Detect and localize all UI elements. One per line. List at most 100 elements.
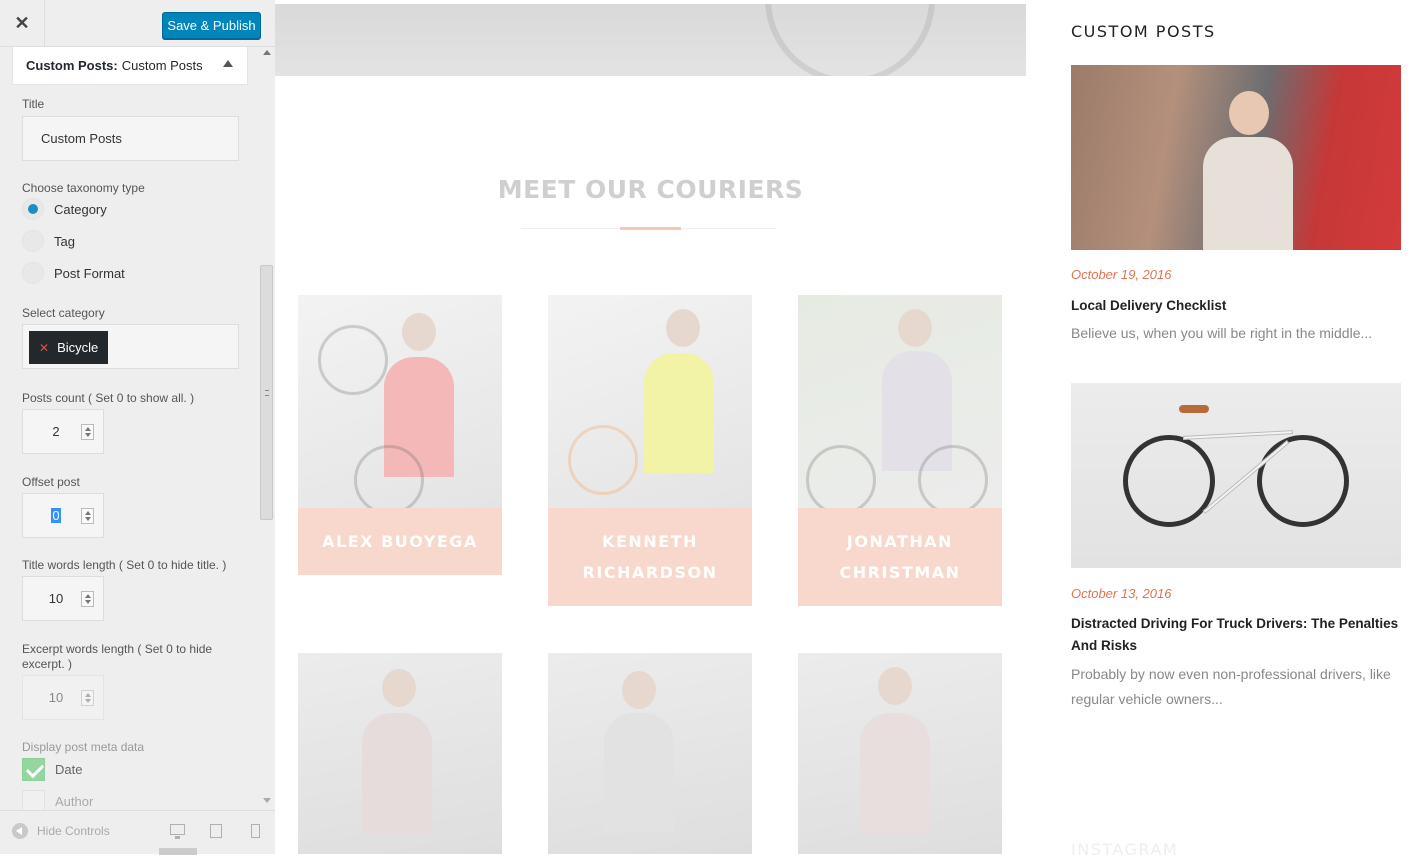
wheel-shape — [806, 445, 876, 508]
tablet-icon[interactable] — [210, 824, 222, 838]
radio-tag[interactable]: Tag — [22, 230, 75, 252]
wheel-shape — [918, 445, 988, 508]
title-words-label: Title words length ( Set 0 to hide title… — [22, 558, 227, 572]
close-icon[interactable]: ✕ — [0, 0, 45, 47]
head-shape — [666, 309, 700, 347]
collapse-arrow-icon[interactable] — [223, 60, 233, 67]
courier-photo — [298, 653, 502, 854]
wheel-shape — [1257, 435, 1349, 527]
radio-button[interactable] — [22, 230, 44, 252]
desktop-icon[interactable] — [170, 824, 185, 839]
post-title[interactable]: Distracted Driving For Truck Drivers: Th… — [1071, 613, 1406, 657]
courier-card[interactable] — [548, 653, 752, 854]
body-shape — [644, 353, 714, 473]
body-shape — [604, 713, 674, 833]
widget-form: Title Custom Posts Choose taxonomy type … — [1, 85, 260, 810]
courier-card[interactable] — [798, 653, 1002, 854]
spinner-arrows-icon[interactable] — [81, 508, 94, 524]
body-shape — [860, 713, 930, 833]
head-shape — [898, 309, 932, 347]
head-shape — [382, 669, 416, 707]
radio-button[interactable] — [22, 198, 44, 220]
taxonomy-label: Choose taxonomy type — [22, 181, 145, 195]
remove-icon[interactable]: ✕ — [39, 341, 49, 355]
title-accent-line — [620, 227, 681, 230]
courier-photo — [548, 295, 752, 508]
post-thumbnail[interactable] — [1071, 65, 1401, 250]
spinner-arrows-icon[interactable] — [81, 591, 94, 607]
customizer-header: ✕ Save & Publish — [0, 0, 275, 47]
radio-label: Category — [54, 201, 107, 217]
wheel-shape — [1123, 435, 1215, 527]
offset-stepper[interactable]: 0 — [22, 493, 104, 538]
customizer-scroll-area[interactable]: Custom Posts: Custom Posts Title Custom … — [0, 47, 260, 810]
mobile-icon[interactable] — [251, 824, 260, 838]
post-excerpt: Believe us, when you will be right in th… — [1071, 325, 1373, 341]
widget-title: CUSTOM POSTS — [1071, 22, 1216, 41]
courier-photo — [798, 295, 1002, 508]
wheel-shape — [354, 445, 424, 508]
courier-card[interactable]: KENNETH RICHARDSON — [548, 295, 752, 606]
radio-post-format[interactable]: Post Format — [22, 262, 125, 284]
courier-card[interactable]: JONATHAN CHRISTMAN — [798, 295, 1002, 606]
title-input[interactable]: Custom Posts — [22, 116, 239, 161]
offset-label: Offset post — [22, 475, 80, 489]
excerpt-words-stepper[interactable]: 10 — [22, 675, 104, 720]
radio-button[interactable] — [22, 262, 44, 284]
excerpt-words-value[interactable]: 10 — [23, 676, 89, 719]
section-title: MEET OUR COURIERS — [497, 175, 804, 204]
post-excerpt: Probably by now even non-professional dr… — [1071, 666, 1391, 707]
scrollbar-thumb[interactable] — [260, 265, 273, 520]
customizer-panel: ✕ Save & Publish Custom Posts: Custom Po… — [0, 0, 275, 855]
category-select[interactable]: ✕ Bicycle — [22, 324, 239, 369]
bicycle-wheel-shape — [765, 4, 935, 76]
courier-card[interactable]: ALEX BUOYEGA — [298, 295, 502, 575]
frame-shape — [1182, 430, 1294, 440]
spinner-arrows-icon[interactable] — [81, 690, 94, 706]
next-widget-title: INSTAGRAM — [1071, 840, 1179, 859]
body-shape — [362, 713, 432, 833]
hide-controls-button[interactable]: Hide Controls — [12, 823, 110, 839]
checkbox-label: Date — [55, 762, 83, 777]
post-title[interactable]: Local Delivery Checklist — [1071, 295, 1406, 317]
offset-value[interactable]: 0 — [51, 508, 61, 523]
saddle-shape — [1179, 405, 1209, 413]
head-shape — [402, 313, 436, 351]
widget-title-name: Custom Posts — [121, 58, 203, 73]
bag-shape — [568, 425, 638, 495]
head-shape — [878, 667, 912, 705]
posts-count-stepper[interactable]: 2 — [22, 409, 104, 454]
radio-category[interactable]: Category — [22, 198, 107, 220]
category-chip[interactable]: ✕ Bicycle — [29, 331, 109, 364]
courier-name: JONATHAN CHRISTMAN — [798, 508, 1002, 606]
customizer-footer: Hide Controls — [0, 810, 275, 855]
courier-photo — [798, 653, 1002, 854]
scroll-up-arrow-icon[interactable] — [263, 50, 271, 55]
wheel-shape — [318, 325, 388, 395]
posts-count-value[interactable]: 2 — [23, 410, 89, 453]
post-date: October 19, 2016 — [1071, 267, 1172, 282]
post-date: October 13, 2016 — [1071, 586, 1172, 601]
title-words-value[interactable]: 10 — [23, 577, 89, 620]
save-publish-button[interactable]: Save & Publish — [162, 12, 261, 39]
posts-count-label: Posts count ( Set 0 to show all. ) — [22, 391, 195, 405]
checkbox-author[interactable]: Author — [22, 790, 93, 810]
post-thumbnail[interactable] — [1071, 383, 1401, 568]
head-shape — [622, 671, 656, 709]
courier-card[interactable] — [298, 653, 502, 854]
scroll-down-arrow-icon[interactable] — [263, 798, 271, 803]
title-words-stepper[interactable]: 10 — [22, 576, 104, 621]
excerpt-words-label: Excerpt words length ( Set 0 to hide exc… — [22, 642, 213, 671]
offset-value-wrap[interactable]: 0 — [23, 494, 89, 537]
grip-icon — [265, 390, 269, 396]
meta-label: Display post meta data — [22, 740, 145, 754]
head-shape — [1229, 91, 1269, 135]
spinner-arrows-icon[interactable] — [81, 424, 94, 440]
checkbox[interactable] — [22, 790, 45, 810]
courier-photo — [548, 653, 752, 854]
widget-header[interactable]: Custom Posts: Custom Posts — [13, 47, 247, 85]
radio-label: Tag — [54, 233, 75, 249]
checkbox[interactable] — [22, 758, 45, 781]
checkbox-date[interactable]: Date — [22, 758, 82, 781]
radio-label: Post Format — [54, 265, 125, 281]
